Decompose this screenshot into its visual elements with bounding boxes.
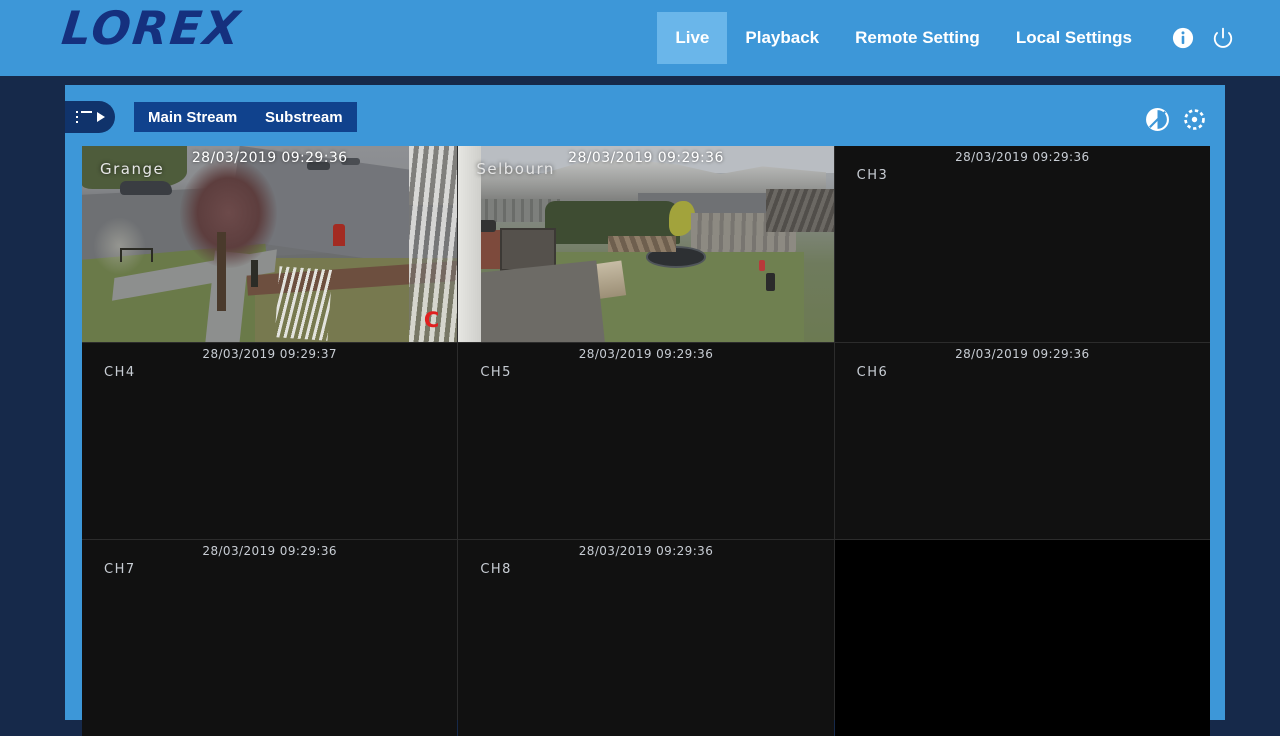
- nav-item-remote-setting[interactable]: Remote Setting: [837, 12, 998, 64]
- live-view-panel: Main Stream Substream 28/03/2019 09:29:3…: [65, 85, 1225, 736]
- app-header: LOREX Live Playback Remote Setting Local…: [0, 0, 1280, 76]
- toolbar-icon-group: [1145, 107, 1207, 132]
- ch6-timestamp: 28/03/2019 09:29:36: [955, 347, 1090, 361]
- ch7-timestamp: 28/03/2019 09:29:36: [202, 544, 337, 558]
- ch3-camera-name: CH3: [856, 168, 889, 183]
- ch1-camera-name: Grange: [100, 160, 165, 178]
- chevron-right-icon: [96, 112, 105, 122]
- video-cell-ch8[interactable]: 28/03/2019 09:29:36 CH8: [458, 540, 834, 736]
- video-cell-ch2[interactable]: 28/03/2019 09:29:36 Selbourn: [458, 146, 834, 342]
- list-glyph: [75, 110, 92, 124]
- ch2-camera-name: Selbourn: [476, 160, 555, 178]
- ch1-record-indicator: C: [423, 308, 440, 332]
- ch7-camera-name: CH7: [104, 562, 136, 577]
- ch4-timestamp: 28/03/2019 09:29:37: [202, 347, 337, 361]
- color-adjust-icon[interactable]: [1145, 107, 1170, 132]
- video-cell-ch3[interactable]: 28/03/2019 09:29:36 CH3: [834, 146, 1210, 342]
- ptz-control-icon[interactable]: [1182, 107, 1207, 132]
- video-grid: 28/03/2019 09:29:36 Grange C 28/03/2019 …: [82, 146, 1218, 736]
- lorex-logo: LOREX: [59, 1, 244, 55]
- nav-item-live[interactable]: Live: [657, 12, 728, 64]
- video-cell-ch7[interactable]: 28/03/2019 09:29:36 CH7: [82, 540, 458, 736]
- power-icon[interactable]: [1212, 27, 1234, 49]
- nav-item-local-settings[interactable]: Local Settings: [998, 12, 1150, 64]
- video-cell-ch6[interactable]: 28/03/2019 09:29:36 CH6: [834, 343, 1210, 539]
- live-toolbar: Main Stream Substream: [65, 85, 1225, 147]
- video-cell-ch5[interactable]: 28/03/2019 09:29:36 CH5: [458, 343, 834, 539]
- header-icon-group: [1172, 27, 1234, 49]
- substream-button[interactable]: Substream: [251, 102, 357, 132]
- channel-list-icon[interactable]: [65, 101, 115, 133]
- ch5-timestamp: 28/03/2019 09:29:36: [578, 347, 714, 361]
- ch6-camera-name: CH6: [856, 365, 889, 380]
- main-stream-button[interactable]: Main Stream: [134, 102, 252, 132]
- ch4-camera-name: CH4: [104, 365, 136, 380]
- video-cell-ch4[interactable]: 28/03/2019 09:29:37 CH4: [82, 343, 458, 539]
- main-navigation: Live Playback Remote Setting Local Setti…: [657, 0, 1234, 76]
- ch8-timestamp: 28/03/2019 09:29:36: [578, 544, 714, 558]
- ch8-camera-name: CH8: [480, 562, 512, 577]
- video-cell-ch1[interactable]: 28/03/2019 09:29:36 Grange C: [82, 146, 458, 342]
- nav-item-playback[interactable]: Playback: [727, 12, 837, 64]
- ch5-camera-name: CH5: [480, 365, 512, 380]
- ch3-timestamp: 28/03/2019 09:29:36: [955, 150, 1090, 164]
- info-icon[interactable]: [1172, 27, 1194, 49]
- video-cell-empty[interactable]: [834, 540, 1210, 736]
